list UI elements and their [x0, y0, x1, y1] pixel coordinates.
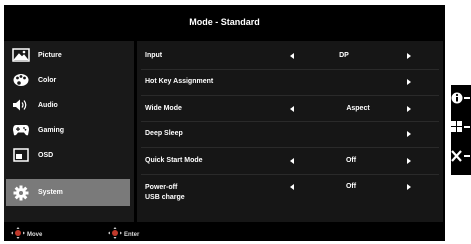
menu-label-osd: OSD	[38, 151, 54, 159]
menu-label-audio: Audio	[38, 101, 58, 109]
move-hint: Move	[11, 226, 42, 244]
gamepad-icon	[12, 122, 30, 138]
menu-button[interactable]	[451, 118, 471, 140]
settings-panel: Input DP Hot Key Assignment Wide Mode As…	[137, 41, 443, 222]
enter-label: Enter	[124, 232, 140, 238]
arrow-left-icon[interactable]	[290, 53, 294, 59]
arrow-right-icon[interactable]	[407, 79, 411, 85]
setting-row-power-off-usb-charge[interactable]: Power-off USB charge Off	[137, 180, 443, 210]
menu-item-color[interactable]: Color	[6, 68, 130, 92]
side-button-bar	[451, 85, 471, 175]
setting-label: Wide Mode	[145, 105, 182, 112]
enter-joystick-icon	[108, 226, 122, 244]
setting-label: Quick Start Mode	[145, 157, 203, 164]
setting-label-line1: Power-off	[145, 184, 178, 191]
grid-menu-icon	[451, 120, 471, 139]
row-divider	[141, 69, 439, 70]
menu-item-gaming[interactable]: Gaming	[6, 118, 130, 142]
menu-label-color: Color	[38, 76, 57, 84]
row-divider	[141, 95, 439, 96]
move-label: Move	[27, 232, 43, 238]
arrow-left-icon[interactable]	[290, 106, 294, 112]
menu-item-osd[interactable]: OSD	[6, 143, 130, 167]
row-divider	[141, 174, 439, 175]
arrow-left-icon[interactable]	[290, 184, 294, 190]
close-icon	[451, 149, 471, 168]
row-divider	[141, 147, 439, 148]
menu-label-gaming: Gaming	[38, 126, 65, 134]
speaker-icon	[12, 97, 30, 113]
menu-label-system: System	[38, 189, 63, 196]
osd-body: Picture Color Audio Gaming OSD System In…	[4, 41, 445, 222]
info-button[interactable]	[451, 89, 471, 111]
osd-title: Mode - Standard	[189, 17, 260, 27]
footer-hints: Move Enter	[4, 223, 445, 241]
osd-window-icon	[12, 147, 30, 163]
info-icon	[451, 91, 471, 110]
setting-label: Hot Key Assignment	[145, 78, 214, 85]
row-divider	[141, 121, 439, 122]
arrow-right-icon[interactable]	[407, 53, 411, 59]
arrow-right-icon[interactable]	[407, 158, 411, 164]
enter-hint: Enter	[108, 226, 139, 244]
setting-row-input[interactable]: Input DP	[137, 48, 443, 74]
setting-value: DP	[339, 52, 349, 59]
menu-item-picture[interactable]: Picture	[6, 43, 130, 67]
move-joystick-icon	[11, 226, 25, 244]
menu-item-audio[interactable]: Audio	[6, 93, 130, 117]
exit-button[interactable]	[451, 147, 471, 169]
setting-row-hot-key-assignment[interactable]: Hot Key Assignment	[137, 74, 443, 100]
gear-icon	[12, 185, 30, 201]
menu-label-picture: Picture	[38, 51, 62, 59]
setting-row-wide-mode[interactable]: Wide Mode Aspect	[137, 101, 443, 127]
arrow-right-icon[interactable]	[407, 106, 411, 112]
setting-label: Input	[145, 52, 163, 59]
menu-item-system[interactable]: System	[6, 179, 130, 206]
palette-icon	[12, 72, 30, 88]
setting-value: Off	[345, 183, 357, 190]
setting-label-line2: USB charge	[145, 194, 185, 201]
arrow-left-icon[interactable]	[290, 158, 294, 164]
picture-icon	[12, 47, 30, 63]
osd-menu-window: Mode - Standard Picture Color Audio Gami…	[4, 5, 445, 241]
setting-value: Off	[345, 157, 357, 164]
category-menu: Picture Color Audio Gaming OSD System	[4, 41, 134, 222]
setting-value: Aspect	[346, 105, 370, 112]
arrow-right-icon[interactable]	[407, 184, 411, 190]
setting-row-deep-sleep[interactable]: Deep Sleep	[137, 126, 443, 152]
arrow-right-icon[interactable]	[407, 131, 411, 137]
setting-row-quick-start-mode[interactable]: Quick Start Mode Off	[137, 153, 443, 179]
setting-label: Deep Sleep	[145, 130, 183, 137]
